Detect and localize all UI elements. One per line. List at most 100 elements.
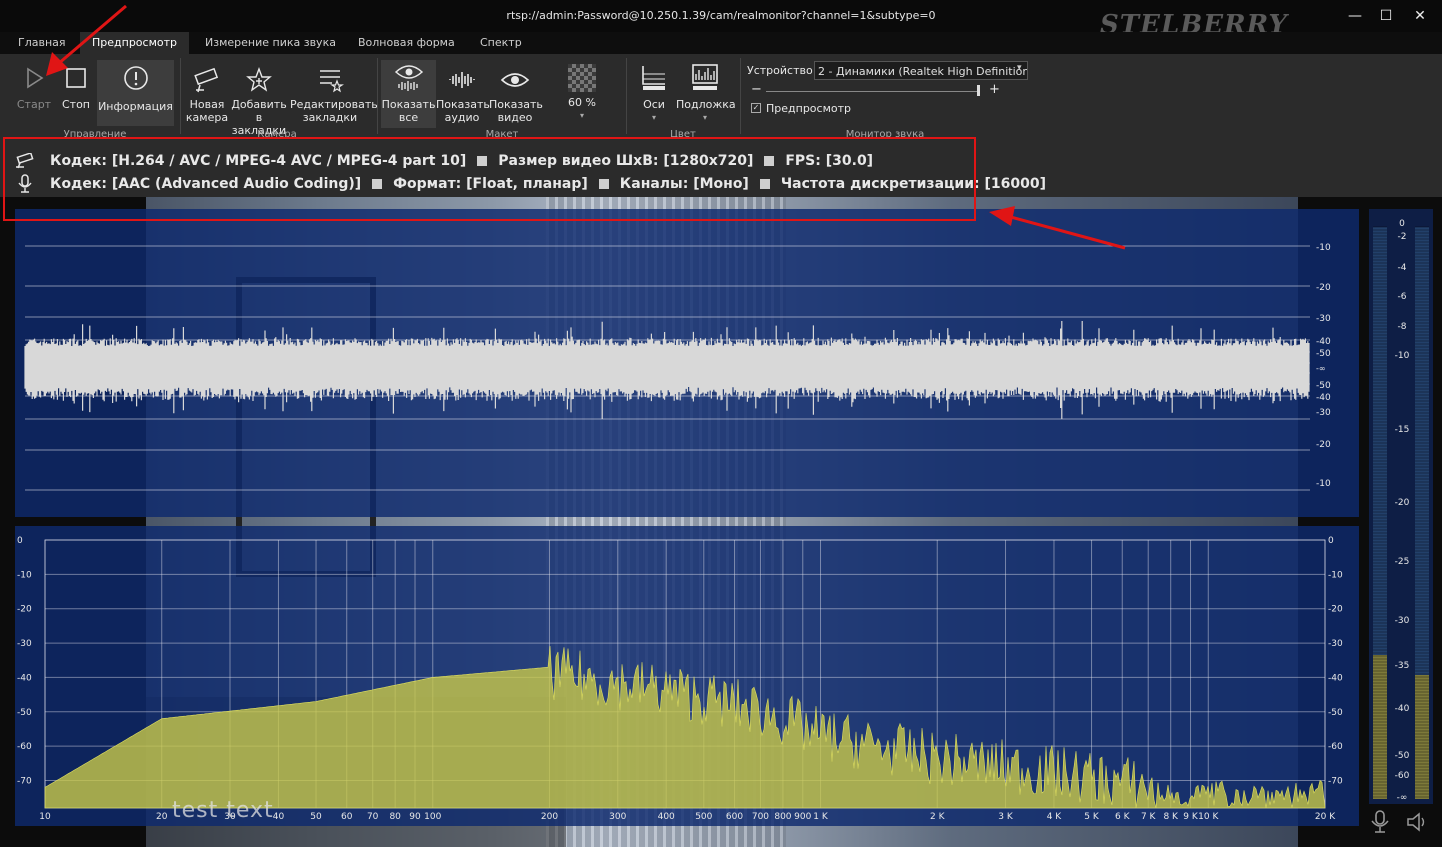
spectrum-panel: 10 20 30 40 50 60 70 80 90 100 200 300 400 500 600 700 8… bbox=[15, 526, 1359, 826]
db-label: -50 bbox=[1316, 349, 1331, 359]
microphone-icon[interactable] bbox=[1370, 810, 1390, 839]
db-label-right: -40 bbox=[1328, 673, 1343, 683]
db-label: -30 bbox=[1316, 314, 1331, 324]
separator bbox=[626, 58, 627, 134]
show-all-label-2: все bbox=[398, 111, 419, 124]
chevron-down-icon: ▾ bbox=[702, 113, 707, 122]
db-label-left: -60 bbox=[17, 742, 32, 752]
speaker-icon[interactable] bbox=[1405, 810, 1429, 839]
camera-icon bbox=[194, 67, 219, 93]
chevron-down-icon: ▾ bbox=[579, 111, 584, 120]
freq-label: 60 bbox=[341, 812, 353, 822]
meter-label: -25 bbox=[1395, 557, 1410, 567]
freq-label: 50 bbox=[310, 812, 322, 822]
db-label: -∞ bbox=[1316, 364, 1326, 373]
freq-label: 800 bbox=[774, 812, 791, 822]
db-label: -20 bbox=[1316, 283, 1331, 293]
meter-label: 0 bbox=[1399, 219, 1405, 229]
freq-label: 600 bbox=[726, 812, 743, 822]
db-label-left: -20 bbox=[17, 605, 32, 615]
waveform-icon bbox=[449, 72, 475, 88]
freq-label: 400 bbox=[658, 812, 675, 822]
stop-label: Стоп bbox=[61, 98, 90, 111]
star-add-icon bbox=[246, 67, 272, 92]
underlay-dropdown[interactable]: Подложка ▾ bbox=[676, 62, 736, 124]
db-label-right: -50 bbox=[1328, 708, 1343, 718]
show-all-button[interactable]: Показать все bbox=[381, 60, 436, 128]
freq-label: 900 bbox=[794, 812, 811, 822]
db-label: -40 bbox=[1316, 393, 1331, 403]
meter-label: -40 bbox=[1395, 704, 1410, 714]
preview-checkbox[interactable]: ✓ bbox=[751, 103, 761, 113]
new-camera-button[interactable]: Новая камера bbox=[184, 66, 230, 124]
freq-label: 4 K bbox=[1047, 812, 1063, 822]
freq-label: 70 bbox=[367, 812, 379, 822]
minimize-button[interactable]: — bbox=[1341, 4, 1369, 28]
separator bbox=[740, 58, 741, 134]
edit-bookmarks-label-1: Редактировать bbox=[290, 98, 378, 111]
tab-waveform[interactable]: Волновая форма bbox=[358, 32, 455, 54]
add-bookmark-label-1: Добавить bbox=[231, 98, 287, 111]
show-audio-button[interactable]: Показать аудио bbox=[436, 66, 490, 124]
db-label: -20 bbox=[1316, 440, 1331, 450]
tab-spectrum[interactable]: Спектр bbox=[480, 32, 522, 54]
overlay-text: test text bbox=[172, 798, 274, 823]
show-audio-label-1: Показать bbox=[436, 98, 490, 111]
ribbon-tabs: Главная Предпросмотр Измерение пика звук… bbox=[0, 32, 1442, 54]
spectrum-fill bbox=[44, 645, 1326, 809]
volume-slider-track[interactable] bbox=[766, 91, 980, 92]
device-select-value: 2 - Динамики (Realtek High Definition bbox=[818, 65, 1028, 78]
eye-icon bbox=[500, 73, 530, 87]
volume-minus[interactable]: − bbox=[751, 82, 762, 97]
db-label-right: -30 bbox=[1328, 639, 1343, 649]
meter-label: -4 bbox=[1398, 263, 1407, 273]
volume-plus[interactable]: + bbox=[989, 82, 1000, 97]
add-bookmark-button[interactable]: Добавить в закладки bbox=[230, 66, 288, 137]
chevron-down-icon: ▾ bbox=[1017, 63, 1022, 73]
info-label: Информация bbox=[98, 100, 173, 113]
freq-label: 10 K bbox=[1198, 812, 1219, 822]
db-label-left: 0 bbox=[17, 536, 23, 546]
db-label-left: -30 bbox=[17, 639, 32, 649]
db-label-right: -10 bbox=[1328, 570, 1343, 580]
show-video-button[interactable]: Показать видео bbox=[489, 66, 543, 124]
db-label-left: -40 bbox=[17, 673, 32, 683]
tab-peak[interactable]: Измерение пика звука bbox=[205, 32, 336, 54]
meter-label: -15 bbox=[1395, 425, 1410, 435]
meter-label: -∞ bbox=[1397, 793, 1408, 803]
meter-label: -6 bbox=[1398, 292, 1407, 302]
show-audio-label-2: аудио bbox=[444, 111, 480, 124]
db-label-left: -50 bbox=[17, 708, 32, 718]
meter-label: -2 bbox=[1398, 232, 1407, 242]
close-button[interactable]: ✕ bbox=[1406, 4, 1434, 28]
ribbon: Старт Стоп Информация Новая камера Добав… bbox=[0, 54, 1442, 147]
new-camera-label-1: Новая bbox=[189, 98, 225, 111]
underlay-label: Подложка bbox=[676, 98, 736, 111]
db-label-left: -10 bbox=[17, 570, 32, 580]
edit-bookmarks-button[interactable]: Редактировать закладки bbox=[290, 66, 378, 124]
waveform-panel: -10 -20 -30 -40 -50 -∞ -50 -40 -30 -20 -10 bbox=[15, 209, 1359, 517]
freq-label: 7 K bbox=[1141, 812, 1157, 822]
db-label: -10 bbox=[1316, 479, 1331, 489]
axes-icon bbox=[642, 66, 665, 90]
freq-label: 9 K bbox=[1183, 812, 1199, 822]
transparency-dropdown[interactable]: 60 % ▾ bbox=[562, 64, 602, 122]
volume-slider-thumb[interactable] bbox=[977, 85, 980, 96]
maximize-button[interactable]: ☐ bbox=[1372, 4, 1400, 28]
eye-wave-icon bbox=[394, 65, 423, 91]
zoom-label: 60 % bbox=[568, 96, 596, 109]
db-label: -50 bbox=[1316, 381, 1331, 391]
list-star-icon bbox=[320, 70, 344, 93]
axes-dropdown[interactable]: Оси ▾ bbox=[634, 62, 674, 124]
device-label: Устройство: bbox=[747, 64, 817, 77]
freq-label: 8 K bbox=[1163, 812, 1179, 822]
separator bbox=[180, 58, 181, 134]
spectrum-graph: 10 20 30 40 50 60 70 80 90 100 200 300 400 500 600 700 8… bbox=[17, 536, 1343, 822]
arrow-annotation-info bbox=[989, 206, 1126, 250]
db-label: -30 bbox=[1316, 408, 1331, 418]
device-select[interactable]: 2 - Динамики (Realtek High Definition bbox=[814, 61, 1028, 80]
freq-label: 200 bbox=[541, 812, 558, 822]
meter-label: -50 bbox=[1395, 751, 1410, 761]
freq-label: 40 bbox=[273, 812, 285, 822]
meter-label: -10 bbox=[1395, 351, 1410, 361]
